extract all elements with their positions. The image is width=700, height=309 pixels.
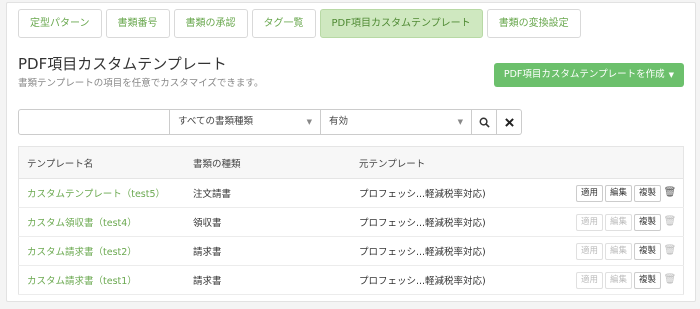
trash-icon[interactable]: 🗑 [663, 245, 677, 256]
search-button[interactable] [472, 109, 497, 135]
clear-filter-button[interactable] [497, 109, 522, 135]
column-header-actions [533, 146, 684, 179]
column-header-source: 元テンプレート [351, 146, 534, 179]
tab-tag-list[interactable]: タグ一覧 [251, 9, 316, 38]
edit-button[interactable]: 編集 [604, 213, 632, 231]
row-actions: 適用 編集 複製 🗑 [533, 178, 684, 208]
document-type: 注文請書 [185, 178, 351, 208]
template-name-link[interactable]: カスタムテンプレート（test5） [18, 178, 185, 208]
edit-button[interactable]: 編集 [604, 242, 632, 260]
chevron-down-icon: ▼ [306, 118, 312, 126]
row-actions: 適用 編集 複製 🗑 [533, 236, 684, 266]
create-template-button[interactable]: PDF項目カスタムテンプレートを作成 ▼ [493, 63, 684, 87]
apply-button[interactable]: 適用 [575, 242, 603, 260]
status-selected: 有効 [329, 116, 349, 127]
document-type: 領収書 [185, 207, 351, 237]
copy-button[interactable]: 複製 [633, 242, 661, 260]
tab-document-approval[interactable]: 書類の承認 [173, 9, 248, 38]
trash-icon[interactable]: 🗑 [663, 274, 677, 285]
template-name-link[interactable]: カスタム領収書（test4） [18, 207, 185, 237]
row-actions: 適用 編集 複製 🗑 [533, 207, 684, 237]
status-select[interactable]: 有効 ▼ [321, 109, 472, 135]
table-row: カスタム請求書（test2） 請求書 プロフェッシ...軽減税率対応) 適用 編集… [18, 236, 684, 266]
apply-button[interactable]: 適用 [575, 213, 603, 231]
trash-icon[interactable]: 🗑 [663, 216, 677, 227]
create-template-label: PDF項目カスタムテンプレートを作成 [503, 69, 665, 80]
copy-button[interactable]: 複製 [633, 213, 661, 231]
template-name-link[interactable]: カスタム請求書（test2） [18, 236, 185, 266]
document-type: 請求書 [185, 236, 351, 266]
copy-button[interactable]: 複製 [633, 184, 661, 202]
search-icon [479, 117, 490, 128]
template-table: テンプレート名 書類の種類 元テンプレート カスタムテンプレート（test5） … [18, 146, 684, 295]
search-input[interactable] [18, 109, 170, 135]
table-row: カスタム請求書（test1） 請求書 プロフェッシ...軽減税率対応) 適用 編集… [18, 265, 684, 295]
source-template: プロフェッシ...軽減税率対応) [351, 265, 534, 295]
page-subtitle: 書類テンプレートの項目を任意でカスタマイズできます。 [18, 78, 264, 89]
row-actions: 適用 編集 複製 🗑 [533, 265, 684, 295]
trash-icon[interactable]: 🗑 [663, 187, 677, 198]
page-title: PDF項目カスタムテンプレート [18, 55, 227, 73]
close-icon [504, 117, 514, 127]
apply-button[interactable]: 適用 [575, 184, 603, 202]
doc-type-selected: すべての書類種類 [178, 116, 253, 127]
table-row: カスタム領収書（test4） 領収書 プロフェッシ...軽減税率対応) 適用 編集… [18, 207, 684, 237]
tab-document-numbers[interactable]: 書類番号 [105, 9, 170, 38]
edit-button[interactable]: 編集 [604, 271, 632, 289]
document-type: 請求書 [185, 265, 351, 295]
column-header-type: 書類の種類 [185, 146, 351, 179]
copy-button[interactable]: 複製 [633, 271, 661, 289]
table-row: カスタムテンプレート（test5） 注文請書 プロフェッシ...軽減税率対応) … [18, 178, 684, 208]
apply-button[interactable]: 適用 [575, 271, 603, 289]
caret-down-icon: ▼ [668, 71, 674, 79]
tab-standard-patterns[interactable]: 定型パターン [18, 9, 102, 38]
chevron-down-icon: ▼ [457, 118, 463, 126]
source-template: プロフェッシ...軽減税率対応) [351, 236, 534, 266]
table-header-row: テンプレート名 書類の種類 元テンプレート [18, 146, 684, 179]
content-panel: 定型パターン 書類番号 書類の承認 タグ一覧 PDF項目カスタムテンプレート 書… [6, 2, 696, 302]
column-header-name: テンプレート名 [18, 146, 185, 179]
tab-pdf-custom-templates[interactable]: PDF項目カスタムテンプレート [319, 9, 483, 38]
tab-document-conversion[interactable]: 書類の変換設定 [486, 9, 581, 38]
template-name-link[interactable]: カスタム請求書（test1） [18, 265, 185, 295]
edit-button[interactable]: 編集 [604, 184, 632, 202]
filter-bar: すべての書類種類 ▼ 有効 ▼ [18, 109, 522, 135]
settings-tabs: 定型パターン 書類番号 書類の承認 タグ一覧 PDF項目カスタムテンプレート 書… [18, 9, 581, 38]
source-template: プロフェッシ...軽減税率対応) [351, 207, 534, 237]
source-template: プロフェッシ...軽減税率対応) [351, 178, 534, 208]
doc-type-select[interactable]: すべての書類種類 ▼ [170, 109, 321, 135]
